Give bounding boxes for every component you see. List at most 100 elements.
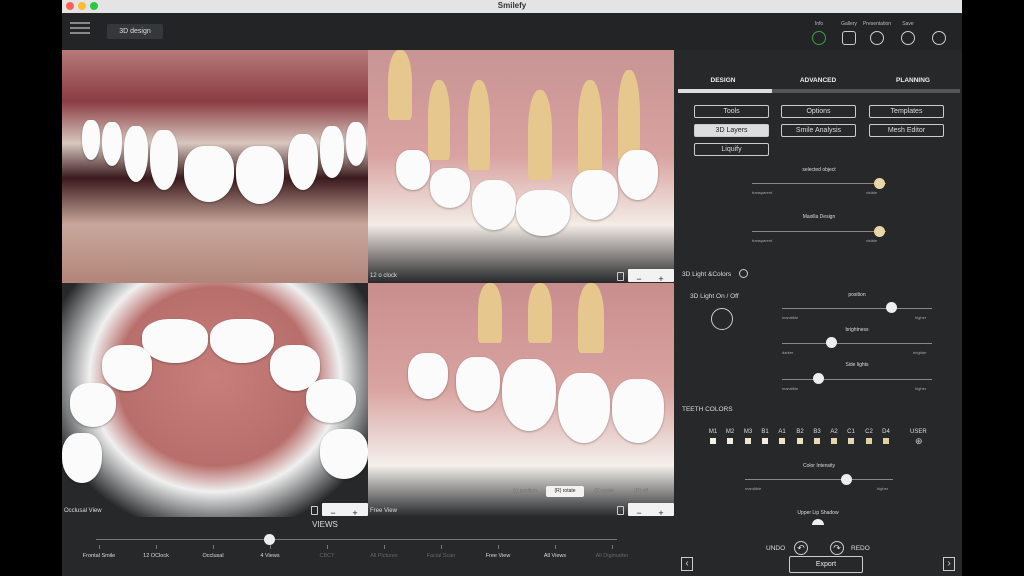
menu-icon[interactable] xyxy=(70,22,90,36)
view-option[interactable]: Free View xyxy=(468,553,528,559)
zoom-out-button[interactable]: − xyxy=(628,273,650,283)
lock-icon[interactable] xyxy=(617,272,624,281)
shade-swatch[interactable] xyxy=(883,438,889,444)
help-icon[interactable] xyxy=(739,269,748,278)
color-intensity-label: Color Intensity xyxy=(803,463,835,469)
zoom-in-button[interactable]: + xyxy=(650,273,672,283)
viewport-frontal-smile[interactable] xyxy=(62,50,368,283)
view-option[interactable]: 4 Views xyxy=(240,553,300,559)
viewport-free-view[interactable]: Free View (r) position (R) rotate (S) sc… xyxy=(368,283,674,517)
side-lights-knob[interactable] xyxy=(813,373,824,384)
save-icon[interactable] xyxy=(901,31,915,45)
tools-button[interactable]: Tools xyxy=(694,105,769,118)
gallery-icon[interactable] xyxy=(842,31,856,45)
tab-advanced[interactable]: ADVANCED xyxy=(778,77,858,84)
brightness-knob[interactable] xyxy=(826,337,837,348)
presentation-icon[interactable] xyxy=(870,31,884,45)
slider-min-label: darker xyxy=(782,350,794,355)
views-tick xyxy=(213,545,214,549)
view-option[interactable]: 12 OClock xyxy=(126,553,186,559)
shade-swatch[interactable] xyxy=(848,438,854,444)
prev-panel-button[interactable]: ‹ xyxy=(681,557,693,571)
slider-min-label: mandible xyxy=(782,315,799,320)
next-panel-button[interactable]: › xyxy=(943,557,955,571)
view-option[interactable]: All Digimatter xyxy=(582,553,642,559)
shade-label: B3 xyxy=(813,429,821,435)
3d-layers-button[interactable]: 3D Layers xyxy=(694,124,769,137)
options-button[interactable]: Options xyxy=(781,105,856,118)
mesh-editor-button[interactable]: Mesh Editor xyxy=(869,124,944,137)
shade-swatch[interactable] xyxy=(779,438,785,444)
shade-swatch[interactable] xyxy=(831,438,837,444)
zoom-out-button[interactable]: − xyxy=(628,507,650,517)
mode-rotate-button[interactable]: (R) rotate xyxy=(546,486,584,497)
side-lights-track[interactable] xyxy=(782,379,932,380)
view-option[interactable]: Facial Scan xyxy=(411,553,471,559)
light-position-track[interactable] xyxy=(782,308,932,309)
shade-swatch[interactable] xyxy=(727,438,733,444)
view-option[interactable]: All Views xyxy=(525,553,585,559)
mode-indicator[interactable]: 3D design xyxy=(107,24,163,39)
save-label: Save xyxy=(902,21,914,27)
viewport-occlusal[interactable]: Occlusal View − + xyxy=(62,283,368,517)
tab-planning[interactable]: PLANNING xyxy=(873,77,953,84)
teeth-colors-title: TEETH COLORS xyxy=(682,406,733,413)
mode-off-button[interactable]: (R) off xyxy=(626,486,656,497)
layer-opacity-knob[interactable] xyxy=(874,226,885,237)
view-option[interactable]: CBCT xyxy=(297,553,357,559)
zoom-in-button[interactable]: + xyxy=(650,507,672,517)
views-tick xyxy=(441,545,442,549)
liquify-button[interactable]: Liquify xyxy=(694,143,769,156)
layer-opacity-knob[interactable] xyxy=(874,178,885,189)
camera-off-icon[interactable] xyxy=(932,31,946,45)
light-section-title: 3D Light &Colors xyxy=(682,271,732,278)
redo-icon[interactable]: ↷ xyxy=(830,541,844,555)
lock-icon[interactable] xyxy=(311,506,318,515)
undo-icon[interactable]: ↶ xyxy=(794,541,808,555)
templates-button[interactable]: Templates xyxy=(869,105,944,118)
viewport-12-oclock[interactable]: 12 o clock − + xyxy=(368,50,674,283)
shade-swatch[interactable] xyxy=(814,438,820,444)
shade-swatch[interactable] xyxy=(762,438,768,444)
export-button[interactable]: Export xyxy=(789,556,863,573)
shade-label: A1 xyxy=(778,429,786,435)
shade-label: A2 xyxy=(830,429,838,435)
slider-min-label: mandible xyxy=(745,486,762,491)
smile-analysis-button[interactable]: Smile Analysis xyxy=(781,124,856,137)
lip-shadow-label: Upper Lip Shadow xyxy=(797,510,839,516)
info-icon[interactable] xyxy=(812,31,826,45)
tab-design[interactable]: DESIGN xyxy=(683,77,763,84)
views-slider-knob[interactable] xyxy=(264,534,275,545)
brightness-track[interactable] xyxy=(782,343,932,344)
view-option[interactable]: Frontal Smile xyxy=(69,553,129,559)
undo-label: UNDO xyxy=(766,545,786,552)
shade-label: M3 xyxy=(743,429,753,435)
add-shade-icon[interactable]: ⊕ xyxy=(915,437,924,446)
light-toggle-icon[interactable] xyxy=(711,308,733,330)
view-option[interactable]: All Pictures xyxy=(354,553,414,559)
layer-opacity-track[interactable] xyxy=(752,231,886,232)
shade-swatch[interactable] xyxy=(866,438,872,444)
shade-swatch[interactable] xyxy=(710,438,716,444)
mode-scale-button[interactable]: (S) scale xyxy=(586,486,622,497)
title-bar: Smilefy xyxy=(62,0,962,13)
views-slider-track[interactable] xyxy=(96,539,617,540)
views-title: VIEWS xyxy=(312,520,338,529)
layer-min-label: transparent xyxy=(752,238,773,243)
color-intensity-track[interactable] xyxy=(745,479,893,480)
presentation-label: Presentation xyxy=(862,21,892,27)
zoom-in-button[interactable]: + xyxy=(344,507,366,517)
view-option[interactable]: Occlusal xyxy=(183,553,243,559)
lip-shadow-knob[interactable] xyxy=(812,519,824,525)
user-shade-label: USER xyxy=(910,429,927,435)
lock-icon[interactable] xyxy=(617,506,624,515)
light-position-knob[interactable] xyxy=(886,302,897,313)
mode-position-button[interactable]: (r) position xyxy=(506,486,544,497)
shade-swatch[interactable] xyxy=(797,438,803,444)
shade-label: D4 xyxy=(882,429,890,435)
zoom-control: − + xyxy=(628,269,674,283)
shade-swatch[interactable] xyxy=(745,438,751,444)
layer-opacity-track[interactable] xyxy=(752,183,886,184)
color-intensity-knob[interactable] xyxy=(841,474,852,485)
zoom-out-button[interactable]: − xyxy=(322,507,344,517)
